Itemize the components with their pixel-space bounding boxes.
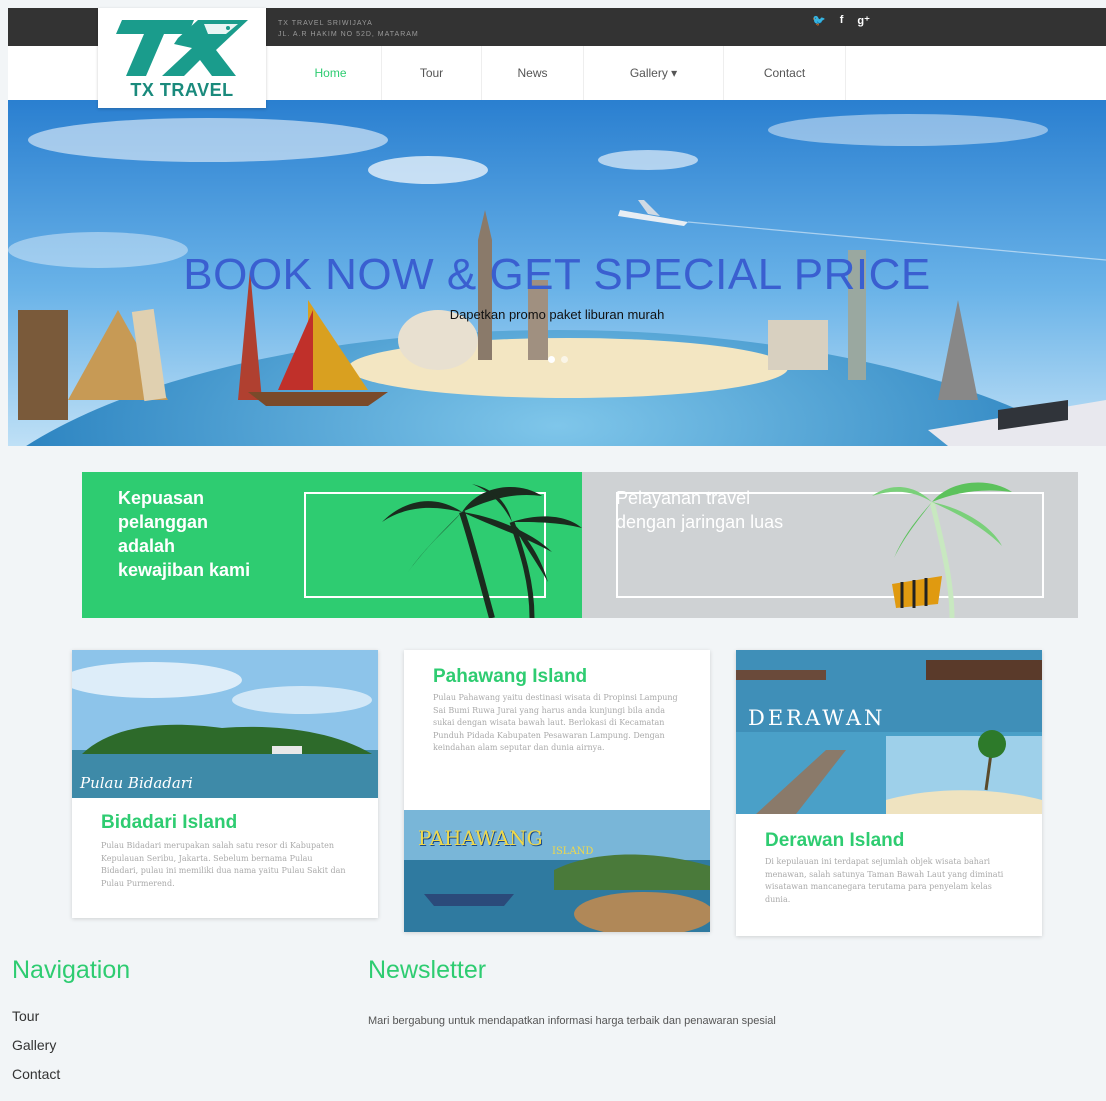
derawan-island-image <box>736 650 1042 814</box>
google-plus-icon[interactable]: g⁺ <box>857 14 870 27</box>
footer-navigation-title: Navigation <box>12 956 131 984</box>
carousel-dot[interactable] <box>561 356 568 363</box>
facebook-icon[interactable]: f <box>840 14 844 27</box>
card-pahawang[interactable]: Pahawang Island Pulau Pahawang yaitu des… <box>404 650 710 932</box>
image-caption: DERAWAN <box>748 706 886 730</box>
nav-tour[interactable]: Tour <box>382 46 482 100</box>
carousel-dot[interactable] <box>548 356 555 363</box>
footer-link-gallery[interactable]: Gallery <box>12 1037 56 1053</box>
promo-network: Pelayanan travel dengan jaringan luas <box>582 472 1078 618</box>
card-bidadari[interactable]: Pulau Bidadari Bidadari Island Pulau Bid… <box>72 650 378 918</box>
company-name: TX TRAVEL SRIWIJAYA <box>278 20 373 27</box>
carousel-indicators[interactable] <box>548 356 568 363</box>
hero-banner: BOOK NOW & GET SPECIAL PRICE Dapetkan pr… <box>8 100 1106 446</box>
nav-news[interactable]: News <box>482 46 584 100</box>
card-title[interactable]: Derawan Island <box>765 830 904 852</box>
card-description: Pulau Bidadari merupakan salah satu reso… <box>101 841 346 888</box>
palm-beach-chair-icon <box>872 482 1012 618</box>
card-title[interactable]: Pahawang Island <box>433 666 587 688</box>
newsletter-text: Mari bergabung untuk mendapatkan informa… <box>368 1015 776 1027</box>
card-description: Di kepulauan ini terdapat sejumlah objek… <box>765 857 1004 904</box>
footer-link-contact[interactable]: Contact <box>12 1066 60 1082</box>
image-caption: Pulau Bidadari <box>80 774 193 792</box>
nav-contact[interactable]: Contact <box>724 46 846 100</box>
tx-logo-icon <box>116 20 248 76</box>
promo-satisfaction: Kepuasan pelanggan adalah kewajiban kami <box>82 472 582 618</box>
image-caption-small: ISLAND <box>552 846 594 857</box>
hero-title: BOOK NOW & GET SPECIAL PRICE <box>183 250 931 299</box>
nav-home[interactable]: Home <box>280 46 382 100</box>
twitter-icon[interactable]: 🐦 <box>812 14 826 27</box>
card-derawan[interactable]: DERAWAN Derawan Island Di kepulauan ini … <box>736 650 1042 936</box>
footer-newsletter-title: Newsletter <box>368 956 487 984</box>
page: TX TRAVEL SRIWIJAYA JL. A.R HAKIM NO 52D… <box>0 0 1106 1101</box>
social-links: 🐦 f g⁺ <box>812 14 870 27</box>
contact-info: TX TRAVEL SRIWIJAYA JL. A.R HAKIM NO 52D… <box>278 18 419 40</box>
nav-gallery-dropdown[interactable]: Gallery ▾ <box>584 46 724 100</box>
logo-text: TX TRAVEL <box>130 80 234 100</box>
hero-subtitle: Dapetkan promo paket liburan murah <box>449 307 665 322</box>
promo-text: Kepuasan pelanggan adalah kewajiban kami <box>118 488 251 580</box>
image-caption: PAHAWANG <box>418 826 543 850</box>
card-description: Pulau Pahawang yaitu destinasi wisata di… <box>433 693 678 752</box>
company-address: JL. A.R HAKIM NO 52D, MATARAM <box>278 31 419 38</box>
site-logo[interactable]: TX TRAVEL <box>98 8 266 108</box>
card-title[interactable]: Bidadari Island <box>101 812 237 834</box>
footer-link-tour[interactable]: Tour <box>12 1008 39 1024</box>
palm-tree-icon <box>382 484 582 618</box>
